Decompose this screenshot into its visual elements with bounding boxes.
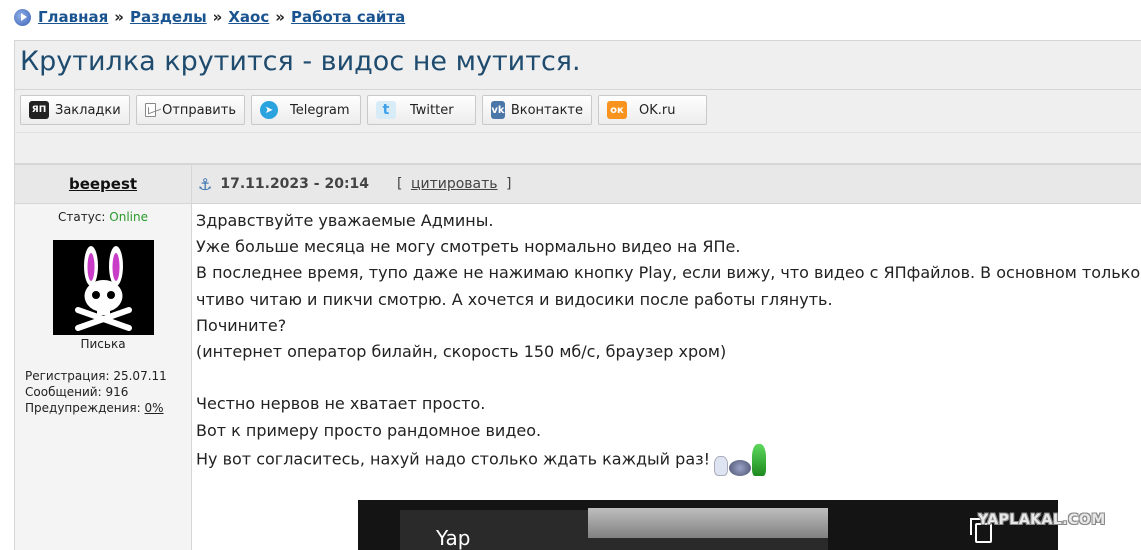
author-link[interactable]: beepest xyxy=(69,175,137,193)
post-line: Вот к примеру просто рандомное видео. xyxy=(196,420,542,440)
video-title: Yap xyxy=(436,526,471,550)
user-info-panel: Статус: Online Писька Регистрация: 25.07… xyxy=(14,204,192,550)
gear-smiley-icon xyxy=(729,459,752,476)
registration-row: Регистрация: 25.07.11 xyxy=(25,368,167,384)
bookmark-label: Закладки xyxy=(55,102,121,118)
ok-label: OK.ru xyxy=(639,102,676,118)
vk-icon: vk xyxy=(491,101,505,119)
bottle-smiley-icon xyxy=(752,443,767,476)
twitter-button[interactable]: t Twitter xyxy=(367,95,476,125)
vk-button[interactable]: vk Вконтакте xyxy=(482,95,592,125)
smilies xyxy=(714,443,767,476)
avatar-caption: Писька xyxy=(80,337,126,351)
breadcrumb-site-work-link[interactable]: Работа сайта xyxy=(291,8,405,26)
registration-label: Регистрация: xyxy=(25,369,110,383)
messages-label: Сообщений: xyxy=(25,385,102,399)
warnings-value[interactable]: 0% xyxy=(145,401,164,415)
post-line: Честно нервов не хватает просто. xyxy=(196,394,486,414)
yap-bookmark-icon: ЯП xyxy=(29,101,49,119)
avatar xyxy=(53,240,154,335)
ok-button[interactable]: ок OK.ru xyxy=(598,95,707,125)
messages-row: Сообщений: 916 xyxy=(25,384,167,400)
breadcrumb-chaos-link[interactable]: Хаос xyxy=(228,8,269,26)
post-line-last: Ну вот согласитесь, нахуй надо столько ж… xyxy=(196,443,1140,476)
post-body: Здравствуйте уважаемые Админы. Уже больш… xyxy=(196,208,1141,476)
post-line: Ну вот согласитесь, нахуй надо столько ж… xyxy=(196,449,711,469)
bookmark-button[interactable]: ЯП Закладки xyxy=(20,95,130,125)
user-stats: Регистрация: 25.07.11 Сообщений: 916 Пре… xyxy=(25,368,167,416)
post-line: Почините? xyxy=(196,315,287,335)
status-label: Статус: xyxy=(57,210,106,224)
post-line: Здравствуйте уважаемые Админы. xyxy=(196,211,494,230)
post-line: В последнее время, тупо даже не нажимаю … xyxy=(196,263,1141,283)
breadcrumb-separator: » xyxy=(275,8,285,26)
quote-bracket-open: [ xyxy=(397,176,403,192)
twitter-label: Twitter xyxy=(410,102,454,118)
post-author-header: beepest xyxy=(14,164,192,204)
quote-bracket-close: ] xyxy=(506,176,512,192)
video-frame-light xyxy=(588,508,828,538)
post-line: Уже больше месяца не могу смотреть норма… xyxy=(196,237,741,257)
send-label: Отправить xyxy=(162,102,236,118)
post-line: (интернет оператор билайн, скорость 150 … xyxy=(196,341,727,361)
post-date: 17.11.2023 - 20:14 xyxy=(220,176,370,192)
quote-link[interactable]: цитировать xyxy=(411,176,498,192)
messages-value: 916 xyxy=(105,385,129,399)
bunny-skull-icon xyxy=(53,240,154,335)
page-title: Крутилка крутится - видос не мутится. xyxy=(20,46,581,77)
post-line xyxy=(196,365,1140,391)
post-meta-header: ⚓ 17.11.2023 - 20:14 [ цитировать ] xyxy=(192,164,1141,204)
post-line: чтиво читаю и пикчи смотрю. А хочется и … xyxy=(196,289,833,309)
telegram-icon: ➤ xyxy=(260,101,278,119)
telegram-label: Telegram xyxy=(290,102,350,118)
quote-control: [ цитировать ] xyxy=(397,176,511,192)
breadcrumb-separator: » xyxy=(212,8,223,26)
share-buttons: ЯП Закладки Отправить ➤ Telegram t Twitt… xyxy=(20,95,707,125)
odnoklassniki-icon: ок xyxy=(607,101,627,119)
video-player[interactable]: Yap xyxy=(358,500,1058,550)
anchor-icon[interactable]: ⚓ xyxy=(198,175,212,194)
breadcrumb-sections-link[interactable]: Разделы xyxy=(130,8,207,26)
user-status: Статус: Online xyxy=(15,210,191,224)
breadcrumb: Главная » Разделы » Хаос » Работа сайта xyxy=(14,6,405,28)
twitter-icon: t xyxy=(376,101,396,119)
vk-label: Вконтакте xyxy=(510,102,583,118)
site-watermark: YAPLAKAL.COM xyxy=(978,512,1106,528)
mail-icon xyxy=(145,103,157,117)
warnings-label: Предупреждения: xyxy=(25,401,141,415)
warnings-row: Предупреждения: 0% xyxy=(25,400,167,416)
breadcrumb-home-link[interactable]: Главная xyxy=(38,8,108,26)
telegram-button[interactable]: ➤ Telegram xyxy=(251,95,361,125)
send-button[interactable]: Отправить xyxy=(136,95,245,125)
home-play-icon xyxy=(14,8,31,26)
status-value: Online xyxy=(109,210,148,224)
ghost-smiley-icon xyxy=(714,455,729,476)
registration-value: 25.07.11 xyxy=(113,369,167,383)
breadcrumb-separator: » xyxy=(114,8,124,26)
divider-band xyxy=(14,132,1141,164)
